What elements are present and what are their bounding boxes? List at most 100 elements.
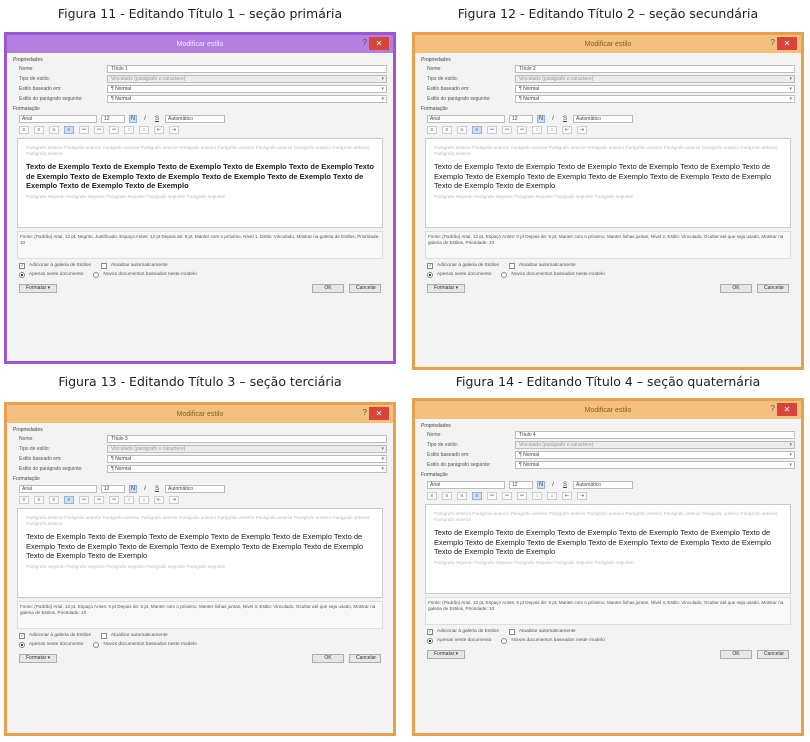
cancel-button[interactable]: Cancelar xyxy=(349,653,381,663)
size-select[interactable]: 12 xyxy=(101,114,125,123)
color-select[interactable]: Automático xyxy=(573,480,633,489)
new-documents-radio[interactable] xyxy=(501,637,508,644)
line-spacing-double-icon[interactable]: ═ xyxy=(109,495,119,504)
ok-button[interactable]: OK xyxy=(312,653,344,663)
line-spacing-half-icon[interactable]: ═ xyxy=(94,495,104,504)
close-icon[interactable]: ✕ xyxy=(369,407,389,420)
name-field[interactable]: Título 2 xyxy=(515,65,795,73)
next-style-select[interactable]: ¶ Normal ▾ xyxy=(515,95,795,103)
only-this-document-radio[interactable] xyxy=(19,641,25,648)
font-select[interactable]: Arial xyxy=(19,114,97,123)
decrease-indent-icon[interactable]: ⇤ xyxy=(562,125,572,134)
add-to-gallery-checkbox[interactable]: ✓ xyxy=(427,628,433,635)
italic-button[interactable]: I xyxy=(141,116,149,122)
size-select[interactable]: 12 xyxy=(509,114,533,123)
color-select[interactable]: Automático xyxy=(165,114,225,123)
align-left-icon[interactable]: ≡ xyxy=(427,491,437,500)
align-center-icon[interactable]: ≡ xyxy=(34,495,44,504)
cancel-button[interactable]: Cancelar xyxy=(757,283,789,293)
justify-icon[interactable]: ≡ xyxy=(472,491,482,500)
underline-button[interactable]: S xyxy=(561,482,569,488)
auto-update-checkbox[interactable] xyxy=(508,628,515,635)
align-right-icon[interactable]: ≡ xyxy=(457,125,467,134)
align-left-icon[interactable]: ≡ xyxy=(19,125,29,134)
next-style-select[interactable]: ¶ Normal ▾ xyxy=(515,461,795,469)
name-field[interactable]: Título 3 xyxy=(107,435,387,443)
space-after-icon[interactable]: ↕ xyxy=(547,491,557,500)
ok-button[interactable]: OK xyxy=(312,283,344,293)
help-icon[interactable]: ? xyxy=(771,38,775,47)
line-spacing-double-icon[interactable]: ═ xyxy=(109,125,119,134)
size-select[interactable]: 12 xyxy=(509,480,533,489)
align-right-icon[interactable]: ≡ xyxy=(49,125,59,134)
color-select[interactable]: Automático xyxy=(165,484,225,493)
add-to-gallery-checkbox[interactable]: ✓ xyxy=(19,632,25,639)
ok-button[interactable]: OK xyxy=(720,283,752,293)
increase-indent-icon[interactable]: ⇥ xyxy=(169,125,179,134)
space-after-icon[interactable]: ↕ xyxy=(139,125,149,134)
cancel-button[interactable]: Cancelar xyxy=(757,649,789,659)
justify-icon[interactable]: ≡ xyxy=(64,495,74,504)
space-before-icon[interactable]: ↕ xyxy=(124,125,134,134)
size-select[interactable]: 12 xyxy=(101,484,125,493)
justify-icon[interactable]: ≡ xyxy=(64,125,74,134)
decrease-indent-icon[interactable]: ⇤ xyxy=(154,125,164,134)
align-center-icon[interactable]: ≡ xyxy=(442,125,452,134)
justify-icon[interactable]: ≡ xyxy=(472,125,482,134)
line-spacing-double-icon[interactable]: ═ xyxy=(517,125,527,134)
increase-indent-icon[interactable]: ⇥ xyxy=(577,491,587,500)
new-documents-radio[interactable] xyxy=(93,641,100,648)
italic-button[interactable]: I xyxy=(141,486,149,492)
only-this-document-radio[interactable] xyxy=(427,637,433,644)
ok-button[interactable]: OK xyxy=(720,649,752,659)
name-field[interactable]: Título 4 xyxy=(515,431,795,439)
line-spacing-half-icon[interactable]: ═ xyxy=(94,125,104,134)
next-style-select[interactable]: ¶ Normal ▾ xyxy=(107,465,387,473)
align-right-icon[interactable]: ≡ xyxy=(49,495,59,504)
italic-button[interactable]: I xyxy=(549,116,557,122)
font-select[interactable]: Arial xyxy=(427,480,505,489)
line-spacing-half-icon[interactable]: ═ xyxy=(502,491,512,500)
align-center-icon[interactable]: ≡ xyxy=(442,491,452,500)
format-button[interactable]: Formatar ▾ xyxy=(427,283,466,293)
space-after-icon[interactable]: ↕ xyxy=(139,495,149,504)
bold-button[interactable]: N xyxy=(129,114,137,123)
based-on-select[interactable]: ¶ Normal ▾ xyxy=(515,451,795,459)
based-on-select[interactable]: ¶ Normal ▾ xyxy=(515,85,795,93)
add-to-gallery-checkbox[interactable]: ✓ xyxy=(19,262,25,269)
close-icon[interactable]: ✕ xyxy=(777,37,797,50)
format-button[interactable]: Formatar ▾ xyxy=(19,653,58,663)
align-right-icon[interactable]: ≡ xyxy=(457,491,467,500)
line-spacing-double-icon[interactable]: ═ xyxy=(517,491,527,500)
format-button[interactable]: Formatar ▾ xyxy=(19,283,58,293)
color-select[interactable]: Automático xyxy=(573,114,633,123)
space-before-icon[interactable]: ↕ xyxy=(124,495,134,504)
format-button[interactable]: Formatar ▾ xyxy=(427,649,466,659)
increase-indent-icon[interactable]: ⇥ xyxy=(169,495,179,504)
only-this-document-radio[interactable] xyxy=(19,271,25,278)
bold-button[interactable]: N xyxy=(537,114,545,123)
close-icon[interactable]: ✕ xyxy=(369,37,389,50)
help-icon[interactable]: ? xyxy=(363,38,367,47)
auto-update-checkbox[interactable] xyxy=(508,262,515,269)
bold-button[interactable]: N xyxy=(129,484,137,493)
italic-button[interactable]: I xyxy=(549,482,557,488)
line-spacing-half-icon[interactable]: ═ xyxy=(502,125,512,134)
underline-button[interactable]: S xyxy=(153,116,161,122)
line-spacing-single-icon[interactable]: ═ xyxy=(487,491,497,500)
decrease-indent-icon[interactable]: ⇤ xyxy=(562,491,572,500)
only-this-document-radio[interactable] xyxy=(427,271,433,278)
based-on-select[interactable]: ¶ Normal ▾ xyxy=(107,85,387,93)
increase-indent-icon[interactable]: ⇥ xyxy=(577,125,587,134)
decrease-indent-icon[interactable]: ⇤ xyxy=(154,495,164,504)
space-before-icon[interactable]: ↕ xyxy=(532,125,542,134)
line-spacing-single-icon[interactable]: ═ xyxy=(79,495,89,504)
underline-button[interactable]: S xyxy=(561,116,569,122)
auto-update-checkbox[interactable] xyxy=(100,632,107,639)
help-icon[interactable]: ? xyxy=(771,404,775,413)
new-documents-radio[interactable] xyxy=(93,271,100,278)
add-to-gallery-checkbox[interactable]: ✓ xyxy=(427,262,433,269)
font-select[interactable]: Arial xyxy=(19,484,97,493)
underline-button[interactable]: S xyxy=(153,486,161,492)
name-field[interactable]: Título 1 xyxy=(107,65,387,73)
